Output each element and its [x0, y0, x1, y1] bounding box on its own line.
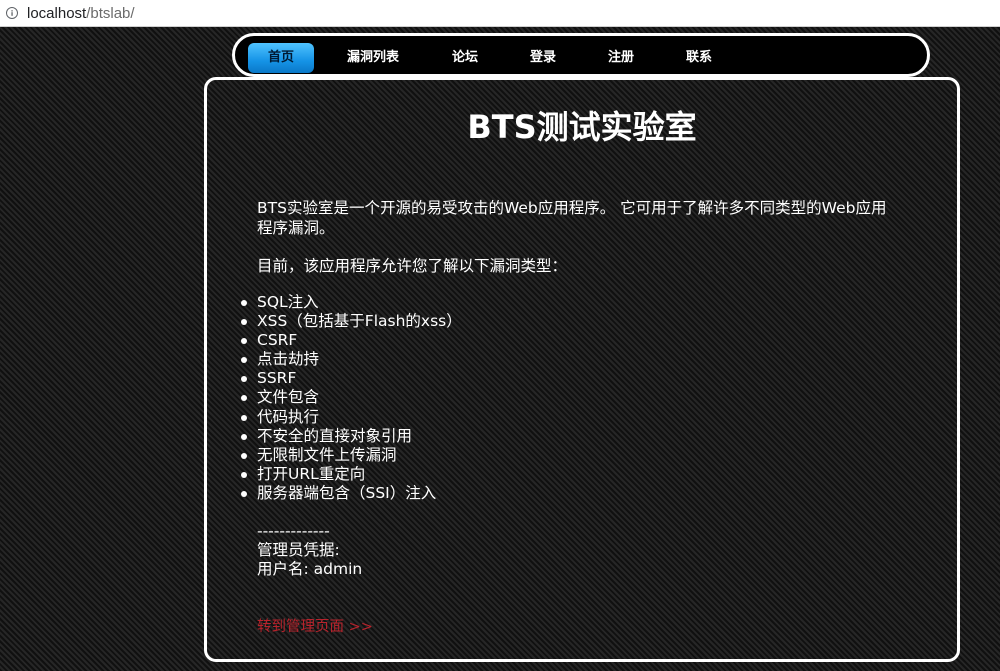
page-title: BTS测试实验室 — [467, 108, 697, 146]
intro-text: BTS实验室是一个开源的易受攻击的Web应用程序。 它可用于了解许多不同类型的W… — [257, 199, 887, 237]
nav-vulnerability-list[interactable]: 漏洞列表 — [331, 43, 415, 73]
bullet-icon — [241, 300, 247, 306]
list-item: 打开URL重定向 — [241, 464, 462, 484]
bullet-icon — [241, 357, 247, 364]
list-item-label: 服务器端包含（SSI）注入 — [257, 483, 437, 502]
bullet-icon — [241, 338, 247, 345]
list-item: XSS（包括基于Flash的xss） — [241, 312, 462, 331]
vulnerability-list: SQL注入 XSS（包括基于Flash的xss） CSRF 点击劫持 SSRF … — [241, 293, 462, 503]
bullet-icon — [241, 490, 247, 497]
nav-register[interactable]: 注册 — [591, 43, 651, 73]
list-item-label: 点击劫持 — [257, 350, 320, 369]
list-item-label: 无限制文件上传漏洞 — [257, 445, 397, 464]
bullet-icon — [241, 395, 247, 402]
list-item-label: SSRF — [257, 369, 297, 388]
list-item-label: XSS（包括基于Flash的xss） — [257, 312, 462, 331]
bullet-icon — [241, 433, 247, 440]
nav-login[interactable]: 登录 — [513, 43, 573, 73]
content-panel: BTS测试实验室 BTS实验室是一个开源的易受攻击的Web应用程序。 它可用于了… — [204, 77, 960, 662]
url-path: /btslab/ — [86, 4, 135, 22]
list-item: SQL注入 — [241, 293, 462, 312]
list-item: 不安全的直接对象引用 — [241, 426, 462, 446]
nav-forum[interactable]: 论坛 — [435, 43, 495, 73]
list-item-label: 代码执行 — [257, 407, 320, 426]
list-item-label: 打开URL重定向 — [257, 464, 366, 483]
list-item: 服务器端包含（SSI）注入 — [241, 483, 462, 503]
url-host: localhost — [27, 4, 87, 22]
list-item-label: 不安全的直接对象引用 — [257, 426, 413, 445]
list-item-label: 文件包含 — [257, 388, 320, 407]
url-text[interactable]: localhost/btslab/ — [27, 5, 135, 22]
bullet-icon — [241, 452, 247, 459]
bullet-icon — [241, 376, 247, 383]
list-item: SSRF — [241, 369, 462, 388]
list-item: 文件包含 — [241, 388, 462, 407]
address-bar[interactable]: localhost/btslab/ — [0, 0, 1000, 27]
list-item: 代码执行 — [241, 407, 462, 427]
vulnerability-intro-text: 目前，该应用程序允许您了解以下漏洞类型： — [257, 257, 568, 275]
list-item-label: CSRF — [257, 331, 298, 350]
list-item-label: SQL注入 — [257, 293, 319, 311]
info-icon[interactable] — [6, 7, 18, 19]
list-item: 无限制文件上传漏洞 — [241, 445, 462, 465]
admin-page-link[interactable]: 转到管理页面 >> — [257, 615, 373, 636]
admin-credentials: ------------- 管理员凭据: 用户名: admin — [257, 522, 362, 579]
list-item: CSRF — [241, 331, 462, 350]
separator-line: ------------- — [257, 522, 330, 540]
bullet-icon — [241, 471, 247, 478]
bullet-icon — [241, 414, 247, 421]
nav-home[interactable]: 首页 — [248, 43, 314, 73]
main-nav: 首页 漏洞列表 论坛 登录 注册 联系 — [232, 33, 930, 77]
list-item: 点击劫持 — [241, 350, 462, 369]
bullet-icon — [241, 319, 247, 326]
nav-contact[interactable]: 联系 — [669, 43, 729, 73]
credentials-heading: 管理员凭据: — [257, 541, 340, 559]
username-line: 用户名: admin — [257, 560, 363, 578]
